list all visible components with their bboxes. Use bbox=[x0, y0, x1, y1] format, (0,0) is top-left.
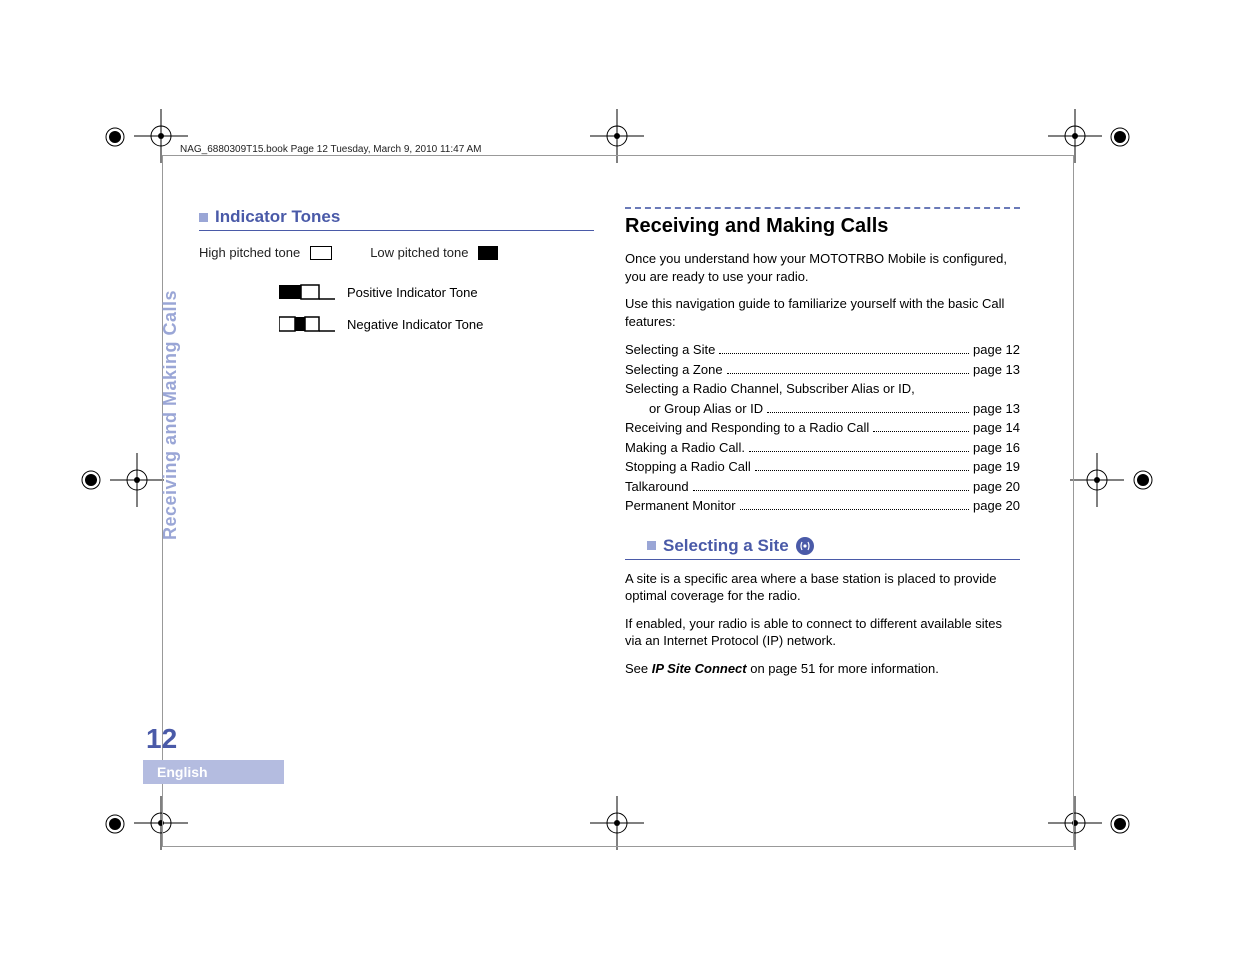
toc-page: page 20 bbox=[973, 477, 1020, 497]
toc-row: or Group Alias or ID page 13 bbox=[625, 399, 1020, 419]
tone-solid-icon bbox=[478, 246, 498, 260]
negative-tone-label: Negative Indicator Tone bbox=[347, 317, 483, 332]
toc-row: Selecting a Zone page 13 bbox=[625, 360, 1020, 380]
crop-mark-icon bbox=[110, 453, 164, 507]
section-heading-label: Indicator Tones bbox=[215, 207, 340, 227]
side-section-title: Receiving and Making Calls bbox=[160, 290, 181, 540]
dashed-rule-icon bbox=[625, 207, 1020, 209]
toc-page: page 20 bbox=[973, 496, 1020, 516]
positive-tone-label: Positive Indicator Tone bbox=[347, 285, 478, 300]
toc-page: page 19 bbox=[973, 457, 1020, 477]
sub-heading-selecting-site: Selecting a Site bbox=[625, 536, 1020, 560]
toc-row: Making a Radio Call. page 16 bbox=[625, 438, 1020, 458]
intro-paragraph-2: Use this navigation guide to familiarize… bbox=[625, 295, 1020, 330]
sub-heading-label: Selecting a Site bbox=[663, 536, 789, 556]
registration-dot-icon bbox=[80, 469, 102, 491]
main-heading: Receiving and Making Calls bbox=[625, 215, 1020, 238]
positive-tone-icon bbox=[279, 282, 335, 302]
bullet-square-icon bbox=[199, 213, 208, 222]
site-paragraph-2: If enabled, your radio is able to connec… bbox=[625, 615, 1020, 650]
toc-row: Stopping a Radio Call page 19 bbox=[625, 457, 1020, 477]
section-heading-indicator-tones: Indicator Tones bbox=[199, 207, 594, 231]
toc-label: Making a Radio Call. bbox=[625, 438, 745, 458]
registration-dot-icon bbox=[1132, 469, 1154, 491]
toc-label: Permanent Monitor bbox=[625, 496, 736, 516]
toc-label: Talkaround bbox=[625, 477, 689, 497]
registration-dot-icon bbox=[104, 813, 126, 835]
toc-row: Permanent Monitor page 20 bbox=[625, 496, 1020, 516]
page-number: 12 bbox=[146, 723, 177, 755]
toc-label: Selecting a Site bbox=[625, 340, 715, 360]
toc-page: page 12 bbox=[973, 340, 1020, 360]
crop-mark-icon bbox=[1070, 453, 1124, 507]
negative-tone-icon bbox=[279, 314, 335, 334]
toc-row: Selecting a Radio Channel, Subscriber Al… bbox=[625, 379, 1020, 399]
toc-label: Selecting a Zone bbox=[625, 360, 723, 380]
negative-tone-row: Negative Indicator Tone bbox=[279, 314, 594, 334]
registration-dot-icon bbox=[104, 126, 126, 148]
registration-dot-icon bbox=[1109, 813, 1131, 835]
bullet-square-icon bbox=[647, 541, 656, 550]
toc-label: or Group Alias or ID bbox=[649, 399, 763, 419]
toc-label: Selecting a Radio Channel, Subscriber Al… bbox=[625, 379, 915, 399]
low-tone-label: Low pitched tone bbox=[370, 245, 468, 260]
toc-page: page 13 bbox=[973, 399, 1020, 419]
toc-label: Receiving and Responding to a Radio Call bbox=[625, 418, 869, 438]
toc-page: page 13 bbox=[973, 360, 1020, 380]
positive-tone-row: Positive Indicator Tone bbox=[279, 282, 594, 302]
language-tab: English bbox=[143, 760, 284, 784]
site-paragraph-3: See IP Site Connect on page 51 for more … bbox=[625, 660, 1020, 678]
toc-row: Talkaround page 20 bbox=[625, 477, 1020, 497]
toc-row: Receiving and Responding to a Radio Call… bbox=[625, 418, 1020, 438]
intro-paragraph-1: Once you understand how your MOTOTRBO Mo… bbox=[625, 250, 1020, 285]
site-icon bbox=[796, 537, 814, 555]
registration-dot-icon bbox=[1109, 126, 1131, 148]
site-paragraph-1: A site is a specific area where a base s… bbox=[625, 570, 1020, 605]
tone-key-row: High pitched tone Low pitched tone bbox=[199, 245, 594, 260]
toc-row: Selecting a Site page 12 bbox=[625, 340, 1020, 360]
toc-label: Stopping a Radio Call bbox=[625, 457, 751, 477]
toc-page: page 16 bbox=[973, 438, 1020, 458]
toc-page: page 14 bbox=[973, 418, 1020, 438]
tone-outline-icon bbox=[310, 246, 332, 260]
high-tone-label: High pitched tone bbox=[199, 245, 300, 260]
toc: Selecting a Site page 12 Selecting a Zon… bbox=[625, 340, 1020, 516]
header-tagline: NAG_6880309T15.book Page 12 Tuesday, Mar… bbox=[180, 144, 482, 155]
